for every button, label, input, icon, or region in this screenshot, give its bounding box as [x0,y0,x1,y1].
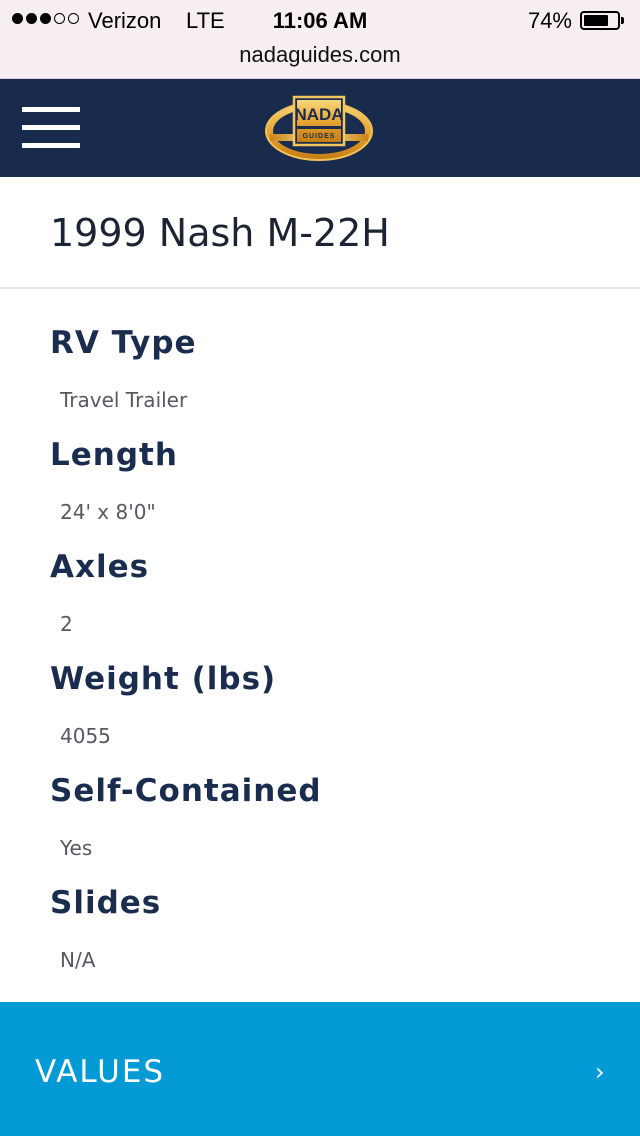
menu-line [22,107,80,112]
menu-line [22,143,80,148]
battery-tip [621,17,624,24]
spec-value: N/A [60,948,96,972]
battery-icon [580,11,620,30]
spec-label: Slides [50,885,162,921]
values-button[interactable]: VALUES › [0,1002,640,1136]
browser-url-bar[interactable]: nadaguides.com [0,40,640,79]
spec-label: Axles [50,549,150,585]
battery-level-fill [584,15,608,26]
status-bar: Verizon LTE 11:06 AM 74% [0,0,640,40]
spec-item-rv-type: RV Type Travel Trailer [0,289,640,412]
hamburger-menu-icon[interactable] [22,107,80,149]
spec-label: Self-Contained [50,773,322,809]
page-title: 1999 Nash M-22H [50,211,390,255]
spec-item-self-contained: Self-Contained Yes [0,737,640,860]
menu-line [22,125,80,130]
url-text: nadaguides.com [239,42,401,67]
spec-label: Weight (lbs) [50,661,277,697]
battery-percentage: 74% [527,8,572,33]
logo-text-guides: GUIDES [303,133,336,140]
site-header: NADA GUIDES [0,79,640,177]
spec-item-slides: Slides N/A [0,849,640,972]
spec-label: RV Type [50,325,197,361]
logo-text-nada: NADA [294,105,343,124]
nada-guides-logo[interactable]: NADA GUIDES [264,93,374,165]
spec-label: Length [50,437,178,473]
title-section: 1999 Nash M-22H [0,177,640,289]
chevron-right-icon: › [595,1058,605,1086]
spec-item-length: Length 24' x 8'0" [0,401,640,524]
spec-item-weight: Weight (lbs) 4055 [0,625,640,748]
spec-item-axles: Axles 2 [0,513,640,636]
values-label: VALUES [35,1054,166,1090]
